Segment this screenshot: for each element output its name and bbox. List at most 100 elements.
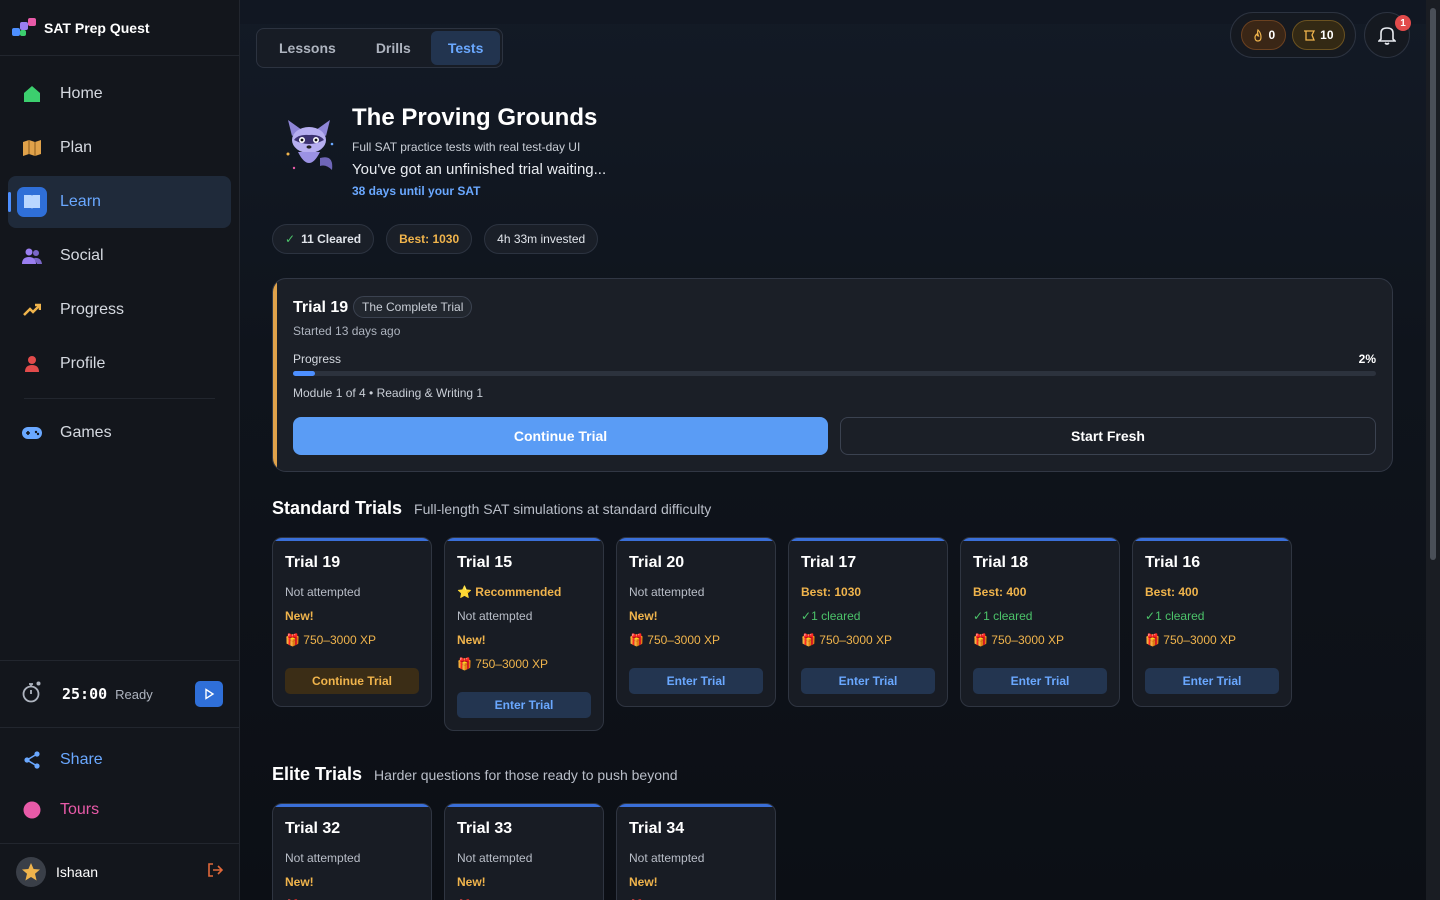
trial-card-rec-line: ⭐ Recommended <box>457 580 591 604</box>
map-icon <box>22 138 42 158</box>
trial-card-best-line: Best: 1030 <box>801 580 935 604</box>
sidebar-item-label: Social <box>60 247 104 264</box>
continue-trial-button[interactable]: Continue Trial <box>285 668 419 694</box>
trial-card-text: 750–3000 XP <box>303 633 377 647</box>
trial-card-best-line: Best: 400 <box>1145 580 1279 604</box>
trial-card[interactable]: Trial 34 Not attempted New! 🎁 750–3000 XP <box>616 803 776 900</box>
trial-card[interactable]: Trial 17 Best: 1030 ✓1 cleared 🎁 750–3000 X… <box>788 537 948 707</box>
trial-card-new-line: New! <box>629 870 763 894</box>
trial-card[interactable]: Trial 18 Best: 400 ✓1 cleared 🎁 750–3000 XP… <box>960 537 1120 707</box>
enter-trial-button[interactable]: Enter Trial <box>801 668 935 694</box>
check-icon: ✓ <box>801 609 812 623</box>
trial-card-xp-line: 🎁 750–3000 XP <box>285 628 419 652</box>
app-logo-icon <box>12 17 36 38</box>
trial-card-new-line: New! <box>285 870 419 894</box>
trial-card[interactable]: Trial 16 Best: 400 ✓1 cleared 🎁 750–3000 XP… <box>1132 537 1292 707</box>
streak-chip[interactable]: 0 <box>1241 20 1287 50</box>
sidebar-item-games[interactable]: Games <box>8 407 231 459</box>
nav-divider <box>24 398 215 399</box>
trial-card-text: Not attempted <box>285 585 361 599</box>
trial-card-plain-line: Not attempted <box>629 580 763 604</box>
standard-trials-row: Trial 19 Not attempted New! 🎁 750–3000 XP Co… <box>272 537 1292 731</box>
sidebar: SAT Prep Quest Home Plan Learn Social Pr… <box>0 0 240 900</box>
sidebar-item-label: Games <box>60 424 112 441</box>
timer-time: 25:00 <box>62 685 108 703</box>
gem-icon <box>1304 29 1316 41</box>
trial-card-title: Trial 16 <box>1145 554 1201 571</box>
gift-icon: 🎁 <box>457 657 476 671</box>
enter-trial-button[interactable]: Enter Trial <box>629 668 763 694</box>
home-icon <box>22 84 42 104</box>
enter-trial-button[interactable]: Enter Trial <box>973 668 1107 694</box>
trial-card-new-line: New! <box>457 628 591 652</box>
trial-card-text: New! <box>285 609 314 623</box>
section-tabs: Lessons Drills Tests <box>256 28 504 68</box>
tab-drills[interactable]: Drills <box>356 31 431 65</box>
tab-tests[interactable]: Tests <box>430 31 501 65</box>
continue-trial-button[interactable]: Continue Trial <box>293 417 828 455</box>
trial-card-xp-line: 🎁 750–3000 XP <box>285 894 419 900</box>
trial-card-text: 1 cleared <box>811 609 861 623</box>
trial-card[interactable]: Trial 20 Not attempted New! 🎁 750–3000 XP En… <box>616 537 776 707</box>
trial-card-text: Not attempted <box>285 851 361 865</box>
section-subtitle: Full-length SAT simulations at standard … <box>414 501 712 517</box>
enter-trial-button[interactable]: Enter Trial <box>457 692 591 718</box>
user-icon <box>22 354 42 374</box>
standard-trials-header: Standard Trials Full-length SAT simulati… <box>272 498 711 519</box>
trial-card-text: New! <box>285 875 314 889</box>
progress-bar <box>293 371 1376 376</box>
sidebar-item-learn[interactable]: Learn <box>8 176 231 228</box>
sidebar-item-social[interactable]: Social <box>8 230 231 282</box>
trial-card[interactable]: Trial 15 ⭐ Recommended Not attempted New! 🎁 … <box>444 537 604 731</box>
trial-card[interactable]: Trial 32 Not attempted New! 🎁 750–3000 XP <box>272 803 432 900</box>
scrollbar-thumb[interactable] <box>1430 8 1436 560</box>
trial-card-title: Trial 17 <box>801 554 857 571</box>
sidebar-item-profile[interactable]: Profile <box>8 338 231 390</box>
trial-card[interactable]: Trial 33 Not attempted New! 🎁 750–3000 XP <box>444 803 604 900</box>
trending-up-icon <box>22 300 42 320</box>
timer-play-button[interactable] <box>195 681 223 707</box>
sidebar-item-label: Progress <box>60 301 125 318</box>
sidebar-item-plan[interactable]: Plan <box>8 122 231 174</box>
trial-card-text: 1 cleared <box>1155 609 1205 623</box>
trial-card-best-line: Best: 400 <box>973 580 1107 604</box>
trial-card-xp-line: 🎁 750–3000 XP <box>457 894 591 900</box>
notifications-button[interactable]: 1 <box>1364 12 1411 58</box>
tours-button[interactable]: Tours <box>0 785 239 835</box>
start-fresh-button[interactable]: Start Fresh <box>840 417 1376 455</box>
elite-trials-header: Elite Trials Harder questions for those … <box>272 764 678 785</box>
avatar[interactable] <box>16 857 46 887</box>
trial-card[interactable]: Trial 19 Not attempted New! 🎁 750–3000 XP Co… <box>272 537 432 707</box>
gift-icon: 🎁 <box>801 633 820 647</box>
bell-icon <box>1378 27 1396 45</box>
trial-card-text: Best: 400 <box>973 585 1027 599</box>
elite-trials-row: Trial 32Not attemptedNew!🎁 750–3000 XPTr… <box>272 803 776 900</box>
brand[interactable]: SAT Prep Quest <box>0 0 239 56</box>
app-title: SAT Prep Quest <box>44 19 150 36</box>
book-icon <box>17 187 47 217</box>
trial-card-text: Not attempted <box>457 851 533 865</box>
enter-trial-button[interactable]: Enter Trial <box>1145 668 1279 694</box>
unfinished-message: You've got an unfinished trial waiting..… <box>352 161 607 178</box>
trial-card-text: Not attempted <box>629 851 705 865</box>
gems-count: 10 <box>1320 28 1334 42</box>
trial-card-text: 750–3000 XP <box>991 633 1065 647</box>
star-icon: ⭐ <box>457 585 476 599</box>
notification-badge: 1 <box>1395 15 1411 31</box>
currency-display: 0 10 <box>1230 12 1356 58</box>
sidebar-item-home[interactable]: Home <box>8 68 231 120</box>
play-icon <box>205 688 215 700</box>
share-icon <box>22 750 42 770</box>
gems-chip[interactable]: 10 <box>1292 20 1345 50</box>
trial-card-title: Trial 32 <box>285 820 341 837</box>
scrollbar[interactable] <box>1426 0 1440 900</box>
tab-lessons[interactable]: Lessons <box>259 31 356 65</box>
share-button[interactable]: Share <box>0 735 239 785</box>
progress-bar-fill <box>293 371 315 376</box>
sidebar-item-label: Learn <box>60 193 101 210</box>
trial-card-text: 750–3000 XP <box>819 633 893 647</box>
trial-card-text: 750–3000 XP <box>1163 633 1237 647</box>
sidebar-item-progress[interactable]: Progress <box>8 284 231 336</box>
timer-status: Ready <box>115 686 153 702</box>
logout-button[interactable] <box>207 862 224 883</box>
